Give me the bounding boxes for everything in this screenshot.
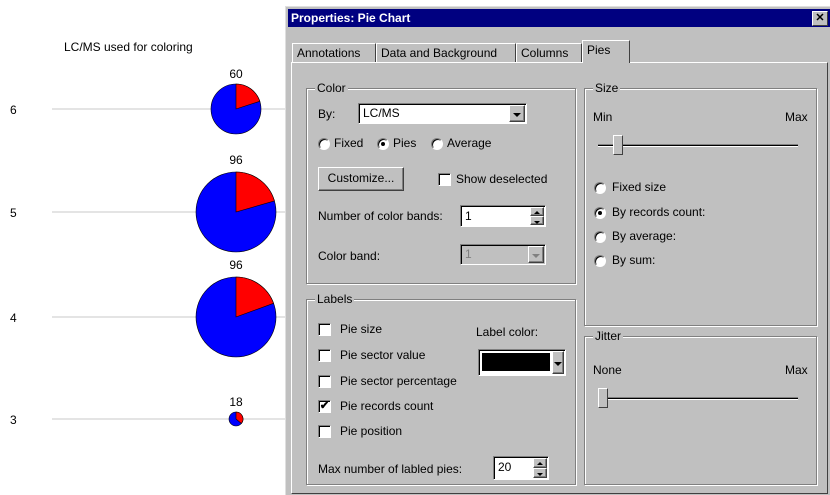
pie-count-label: 96: [229, 153, 243, 167]
num-color-bands-spinner[interactable]: 1: [460, 205, 546, 227]
spinner-up-button[interactable]: [530, 207, 544, 216]
pie-sector-percentage-label[interactable]: Pie sector percentage: [340, 374, 457, 388]
jitter-slider-track[interactable]: [598, 397, 798, 400]
arrow-down-icon: [537, 473, 543, 476]
radio-by-average[interactable]: [594, 231, 606, 243]
label-color-picker[interactable]: [478, 349, 566, 376]
dropdown-arrow-button[interactable]: [528, 246, 544, 263]
chevron-down-icon: [513, 113, 521, 117]
radio-by-average-label[interactable]: By average:: [612, 229, 676, 243]
arrow-up-icon: [534, 211, 540, 214]
pie-sector-value-checkbox[interactable]: [318, 349, 331, 362]
chevron-down-icon: [554, 362, 562, 366]
chart-caption: LC/MS used for coloring: [64, 40, 193, 54]
jitter-group-label: Jitter: [593, 329, 624, 343]
color-group: Color By: LC/MS Fixed Pies Average Custo…: [306, 81, 576, 284]
dialog-titlebar[interactable]: Properties: Pie Chart ✕: [288, 9, 830, 27]
radio-fixed-size-label[interactable]: Fixed size: [612, 180, 666, 194]
size-slider-thumb[interactable]: [613, 135, 624, 155]
max-labeled-pies-label: Max number of labled pies:: [318, 462, 463, 476]
spinner-down-button[interactable]: [533, 468, 547, 478]
radio-average-label[interactable]: Average: [447, 136, 491, 150]
dialog-title: Properties: Pie Chart: [291, 11, 411, 25]
close-button[interactable]: ✕: [812, 11, 828, 26]
pie-records-count-checkbox[interactable]: ✔: [318, 400, 331, 413]
pie-size-checkbox[interactable]: [318, 323, 331, 336]
properties-dialog: Properties: Pie Chart ✕ Annotations Data…: [285, 6, 830, 495]
radio-average[interactable]: [431, 138, 443, 150]
pie-position-label[interactable]: Pie position: [340, 424, 402, 438]
pie-sector-percentage-checkbox[interactable]: [318, 375, 331, 388]
show-deselected-label[interactable]: Show deselected: [456, 172, 547, 186]
size-group: Size Min Max Fixed size By records count…: [584, 81, 817, 326]
pie-records-count-label[interactable]: Pie records count: [340, 399, 433, 413]
size-slider-track[interactable]: [598, 144, 798, 147]
pie-sector-value-label[interactable]: Pie sector value: [340, 348, 425, 362]
spinner-up-button[interactable]: [533, 458, 547, 468]
tab-pies[interactable]: Pies: [582, 40, 630, 63]
radio-pies[interactable]: [377, 138, 389, 150]
size-group-label: Size: [593, 81, 621, 95]
dropdown-arrow-button[interactable]: [509, 105, 525, 122]
tab-columns[interactable]: Columns: [516, 43, 582, 62]
color-band-select[interactable]: 1: [460, 244, 546, 265]
show-deselected-checkbox[interactable]: [438, 173, 451, 186]
size-min-label: Min: [593, 110, 613, 124]
label-color-swatch: [482, 353, 550, 371]
dropdown-arrow-button[interactable]: [552, 351, 564, 374]
label-color-label: Label color:: [476, 325, 539, 339]
labels-group: Labels Pie size Pie sector value Pie sec…: [306, 292, 576, 485]
y-axis-label: 3: [10, 413, 17, 427]
y-axis-label: 6: [10, 103, 17, 117]
jitter-max-label: Max: [785, 363, 808, 377]
y-axis-label: 5: [10, 206, 17, 220]
radio-fixed[interactable]: [318, 138, 330, 150]
color-group-label: Color: [315, 81, 348, 95]
color-by-select[interactable]: LC/MS: [358, 103, 527, 124]
radio-fixed-label[interactable]: Fixed: [334, 136, 363, 150]
color-band-label: Color band:: [318, 249, 381, 263]
radio-pies-label[interactable]: Pies: [393, 136, 416, 150]
color-by-label: By:: [318, 107, 336, 121]
color-band-value: 1: [465, 247, 472, 261]
radio-by-records-count-label[interactable]: By records count:: [612, 205, 705, 219]
customize-button[interactable]: Customize...: [318, 167, 404, 191]
jitter-slider-thumb[interactable]: [598, 388, 608, 408]
radio-by-sum-label[interactable]: By sum:: [612, 253, 655, 267]
pie-count-label: 18: [229, 395, 243, 409]
tab-annotations[interactable]: Annotations: [292, 43, 376, 62]
jitter-none-label: None: [593, 363, 622, 377]
radio-fixed-size[interactable]: [594, 182, 606, 194]
pie-size-label[interactable]: Pie size: [340, 322, 382, 336]
pie-count-label: 96: [229, 258, 243, 272]
num-color-bands-label: Number of color bands:: [318, 209, 443, 223]
spinner-down-button[interactable]: [530, 216, 544, 225]
num-color-bands-value: 1: [465, 209, 472, 223]
pie-position-checkbox[interactable]: [318, 425, 331, 438]
y-axis-label: 4: [10, 311, 17, 325]
jitter-group: Jitter None Max: [584, 329, 817, 485]
labels-group-label: Labels: [315, 292, 355, 306]
tab-data-and-background[interactable]: Data and Background: [376, 43, 516, 62]
size-max-label: Max: [785, 110, 808, 124]
radio-by-sum[interactable]: [594, 255, 606, 267]
max-labeled-pies-value: 20: [498, 460, 512, 474]
radio-by-records-count[interactable]: [594, 207, 606, 219]
max-labeled-pies-spinner[interactable]: 20: [493, 456, 549, 480]
arrow-up-icon: [537, 462, 543, 465]
arrow-down-icon: [534, 221, 540, 224]
pie-count-label: 60: [229, 67, 243, 81]
color-by-value: LC/MS: [363, 106, 400, 120]
chevron-down-icon: [532, 254, 540, 258]
pies-tab-panel: Color By: LC/MS Fixed Pies Average Custo…: [291, 62, 828, 494]
